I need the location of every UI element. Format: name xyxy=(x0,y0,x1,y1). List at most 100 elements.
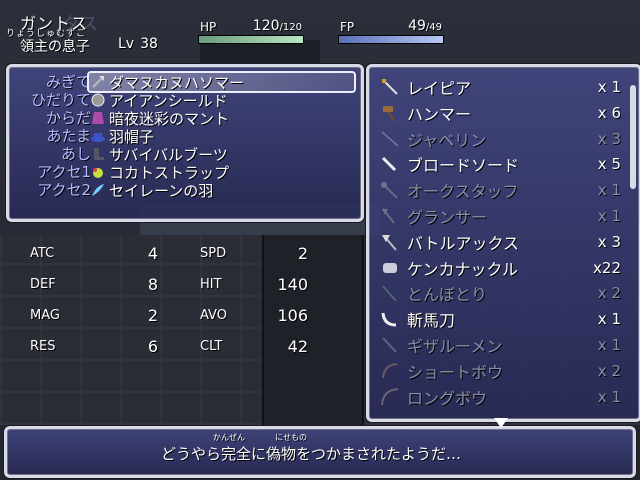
stat-value: 42 xyxy=(287,337,308,356)
inventory-item[interactable]: レイピア x 1 xyxy=(379,75,627,99)
equipped-item-name: セイレーンの羽 xyxy=(109,181,214,200)
equipped-item-shield[interactable]: アイアンシールド xyxy=(89,91,354,110)
inventory-item-name: ギザルーメン xyxy=(407,337,503,356)
inventory-item-name: ケンカナックル xyxy=(407,259,519,279)
equipment-slot-list: みぎて ひだりて からだ あたま あし アクセ1 アクセ2 xyxy=(15,73,95,199)
inventory-item[interactable]: ショートボウ x 2 xyxy=(379,359,627,383)
battleaxe-icon xyxy=(379,234,401,251)
equipped-item-feet[interactable]: サバイバルブーツ xyxy=(89,145,354,164)
stats-panel: ATC 4 SPD 2 DEF 8 HIT 140 MAG 2 AVO 106 … xyxy=(20,240,340,364)
inventory-item[interactable]: グランサー x 1 xyxy=(379,204,627,228)
equipped-item-accessory-1[interactable]: コカトストラップ xyxy=(89,163,354,182)
boots-icon xyxy=(89,146,107,162)
inventory-item-qty: x 2 xyxy=(597,284,621,303)
inventory-item-qty: x 3 xyxy=(597,232,621,251)
inventory-item[interactable]: ロングボウ x 1 xyxy=(379,385,627,409)
stat-label: SPD xyxy=(200,246,227,261)
inventory-item-qty: x 1 xyxy=(597,207,621,225)
inventory-item-name: レイピア xyxy=(407,79,472,98)
hp-label: HP xyxy=(200,20,217,34)
equipped-item-head[interactable]: 羽帽子 xyxy=(89,127,354,146)
scrollbar[interactable] xyxy=(630,85,636,189)
stat-row: MAG 2 AVO 106 xyxy=(20,302,340,333)
equipped-item-list: ダマヌカヌハソマー アイアンシールド 暗夜迷彩のマント 羽帽子 サバイバルブーツ… xyxy=(87,71,356,200)
rapier-icon xyxy=(379,79,401,95)
inventory-item[interactable]: とんぼとり x 2 xyxy=(379,281,627,305)
slot-accessory-2[interactable]: アクセ2 xyxy=(15,181,95,199)
fp-gauge-fill xyxy=(339,36,443,43)
inventory-item-name: 斬馬刀 xyxy=(407,311,456,331)
inventory-item[interactable]: ケンカナックル x22 xyxy=(379,256,627,280)
level-value: 38 xyxy=(140,36,158,52)
inventory-item-name: ロングボウ xyxy=(407,388,488,408)
hp-gauge-fill xyxy=(199,36,303,43)
equipment-window: みぎて ひだりて からだ あたま あし アクセ1 アクセ2 ダマヌカヌハソマー … xyxy=(6,64,364,222)
shield-icon xyxy=(89,92,107,108)
stat-value: 8 xyxy=(147,275,158,294)
giza-icon xyxy=(379,337,401,353)
continue-arrow-icon[interactable] xyxy=(494,418,508,428)
inventory-item[interactable]: ハンマー x 6 xyxy=(379,101,627,125)
glaive-icon xyxy=(379,208,401,224)
stat-value: 6 xyxy=(147,337,158,356)
inventory-item-name: ジャベリン xyxy=(407,130,487,150)
inventory-item[interactable]: オークスタッフ x 1 xyxy=(379,178,627,202)
stat-value: 4 xyxy=(147,244,158,263)
knuckle-icon xyxy=(379,260,401,276)
zanbato-icon xyxy=(379,311,401,327)
slot-accessory-1[interactable]: アクセ1 xyxy=(15,163,95,181)
hp-max: /120 xyxy=(279,22,302,33)
stat-row: ATC 4 SPD 2 xyxy=(20,240,340,271)
shortbow-icon xyxy=(379,362,401,379)
hammer-icon xyxy=(379,105,401,122)
stat-label: DEF xyxy=(30,277,56,292)
slot-head[interactable]: あたま xyxy=(15,127,95,145)
equipped-item-weapon[interactable]: ダマヌカヌハソマー xyxy=(87,71,356,93)
fp-gauge xyxy=(338,35,444,44)
inventory-item-name: オークスタッフ xyxy=(407,182,519,202)
staff-icon xyxy=(379,182,401,199)
javelin-icon xyxy=(379,131,401,147)
hp-gauge xyxy=(198,35,304,44)
level-label: Lv xyxy=(118,36,135,52)
stat-label: MAG xyxy=(30,308,60,323)
inventory-item-name: とんぼとり xyxy=(407,285,488,305)
equipped-item-accessory-2[interactable]: セイレーンの羽 xyxy=(89,181,354,200)
stat-label: CLT xyxy=(200,339,223,354)
fp-value: 49/49 xyxy=(390,18,442,34)
inventory-item[interactable]: ジャベリン x 3 xyxy=(379,127,627,151)
slot-body[interactable]: からだ xyxy=(15,109,95,127)
stat-label: AVO xyxy=(200,308,227,323)
inventory-item[interactable]: バトルアックス x 3 xyxy=(379,230,627,254)
stat-label: HIT xyxy=(200,277,222,292)
slot-left-hand[interactable]: ひだりて xyxy=(15,91,95,109)
message-window: かんぜん にせもの どうやら完全に偽物をつかまされたようだ… xyxy=(4,426,636,478)
inventory-item-qty: x 5 xyxy=(597,155,621,174)
level-display: Lv 38 xyxy=(118,36,158,52)
inventory-window: レイピア x 1 ハンマー x 6 ジャベリン x 3 ブロードソード x 5 オークスタッフ x… xyxy=(366,64,640,422)
stat-label: ATC xyxy=(30,246,55,261)
message-text: どうやら完全に偽物をつかまされたようだ… xyxy=(161,445,462,463)
slot-right-hand[interactable]: みぎて xyxy=(15,73,95,91)
message-ruby: かんぜん xyxy=(213,433,245,442)
stat-row: RES 6 CLT 42 xyxy=(20,333,340,364)
inventory-item[interactable]: 斬馬刀 x 1 xyxy=(379,307,627,331)
stat-row: DEF 8 HIT 140 xyxy=(20,271,340,302)
inventory-item-name: ショートボウ xyxy=(407,362,504,382)
fp-current: 49 xyxy=(408,18,426,34)
character-title: 領主の息子 xyxy=(20,39,90,55)
slot-feet[interactable]: あし xyxy=(15,145,95,163)
inventory-item-name: グランサー xyxy=(407,208,488,227)
inventory-item-qty: x 1 xyxy=(597,310,621,329)
message-ruby: にせもの xyxy=(275,433,307,442)
inventory-item-name: ブロードソード xyxy=(407,156,520,176)
inventory-item[interactable]: ギザルーメン x 1 xyxy=(379,333,627,357)
equipped-item-body[interactable]: 暗夜迷彩のマント xyxy=(89,109,354,128)
inventory-item-qty: x 1 xyxy=(597,336,621,354)
inventory-item-qty: x 1 xyxy=(597,181,621,200)
broadsword-icon xyxy=(379,156,401,172)
dragonfly-icon xyxy=(379,285,401,302)
inventory-item[interactable]: ブロードソード x 5 xyxy=(379,152,627,176)
inventory-item-name: バトルアックス xyxy=(407,233,520,253)
feather-icon xyxy=(89,182,107,198)
